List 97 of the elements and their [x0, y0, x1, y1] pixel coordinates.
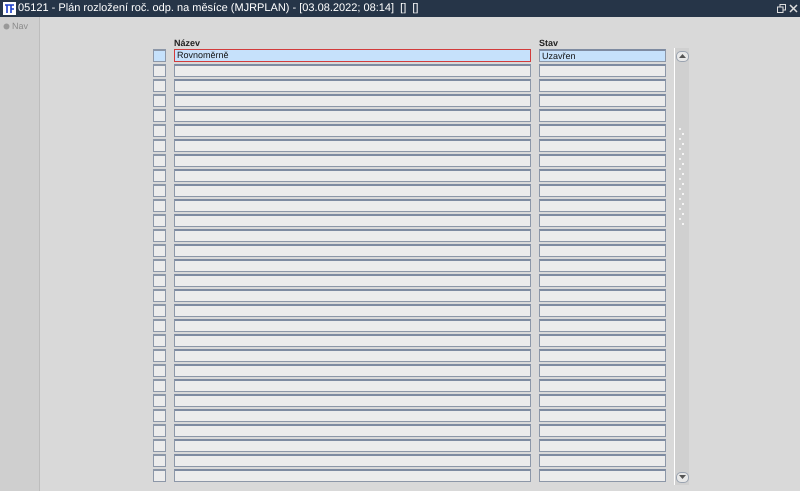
row-selector[interactable]: [153, 124, 166, 137]
status-field[interactable]: [539, 289, 666, 302]
status-field[interactable]: [539, 319, 666, 332]
row-selector[interactable]: [153, 49, 166, 62]
row-selector[interactable]: [153, 109, 166, 122]
status-field[interactable]: [539, 124, 666, 137]
status-field[interactable]: [539, 274, 666, 287]
row-selector[interactable]: [153, 154, 166, 167]
name-field[interactable]: [174, 424, 531, 437]
name-field[interactable]: [174, 439, 531, 452]
status-field[interactable]: [539, 79, 666, 92]
status-field[interactable]: [539, 64, 666, 77]
column-header: Stav: [539, 38, 558, 48]
status-field[interactable]: [539, 409, 666, 422]
name-field[interactable]: [174, 64, 531, 77]
status-field[interactable]: [539, 304, 666, 317]
name-field[interactable]: [174, 349, 531, 362]
name-field[interactable]: [174, 124, 531, 137]
name-field[interactable]: [174, 379, 531, 392]
status-field[interactable]: [539, 94, 666, 107]
status-field[interactable]: [539, 439, 666, 452]
row-selector[interactable]: [153, 319, 166, 332]
row-selector[interactable]: [153, 289, 166, 302]
status-field[interactable]: [539, 109, 666, 122]
name-field[interactable]: [174, 334, 531, 347]
name-field[interactable]: [174, 244, 531, 257]
scrollbar[interactable]: [674, 48, 689, 485]
status-field[interactable]: [539, 349, 666, 362]
row-selector[interactable]: [153, 274, 166, 287]
row-selector[interactable]: [153, 64, 166, 77]
row-selector[interactable]: [153, 304, 166, 317]
row-selector[interactable]: [153, 139, 166, 152]
row-selector[interactable]: [153, 439, 166, 452]
row-selector[interactable]: [153, 379, 166, 392]
name-field[interactable]: [174, 184, 531, 197]
row-selector[interactable]: [153, 244, 166, 257]
name-field[interactable]: [174, 109, 531, 122]
name-field[interactable]: [174, 274, 531, 287]
close-icon[interactable]: [788, 4, 798, 13]
row-selector[interactable]: [153, 259, 166, 272]
status-field[interactable]: [539, 424, 666, 437]
name-field[interactable]: Rovnoměrně: [174, 49, 531, 62]
status-field[interactable]: [539, 154, 666, 167]
row-selector[interactable]: [153, 169, 166, 182]
row-selector[interactable]: [153, 214, 166, 227]
name-field[interactable]: [174, 394, 531, 407]
column-header: Název: [174, 38, 200, 48]
row-selector[interactable]: [153, 199, 166, 212]
name-field[interactable]: [174, 199, 531, 212]
name-field[interactable]: [174, 229, 531, 242]
name-field[interactable]: [174, 259, 531, 272]
restore-icon[interactable]: [777, 4, 786, 13]
name-field[interactable]: [174, 139, 531, 152]
row-selector[interactable]: [153, 229, 166, 242]
status-field[interactable]: [539, 229, 666, 242]
name-field[interactable]: [174, 214, 531, 227]
status-field[interactable]: [539, 379, 666, 392]
name-field[interactable]: [174, 94, 531, 107]
name-field[interactable]: [174, 454, 531, 467]
row-selector[interactable]: [153, 94, 166, 107]
status-field[interactable]: [539, 199, 666, 212]
row-selector[interactable]: [153, 79, 166, 92]
window-title: 05121 - Plán rozložení roč. odp. na měsíce (MJRPLAN) - [03.08.2022; 08:14] [] []: [18, 1, 418, 16]
row-selector[interactable]: [153, 364, 166, 377]
status-field[interactable]: [539, 214, 666, 227]
status-field[interactable]: [539, 334, 666, 347]
scroll-down-icon[interactable]: [676, 472, 688, 482]
status-field[interactable]: [539, 259, 666, 272]
row-selector[interactable]: [153, 469, 166, 482]
app-logo-icon: [2, 2, 16, 15]
status-field[interactable]: [539, 394, 666, 407]
row-selector[interactable]: [153, 394, 166, 407]
name-field[interactable]: [174, 409, 531, 422]
scroll-up-icon[interactable]: [676, 50, 688, 62]
status-field[interactable]: [539, 469, 666, 482]
row-selector[interactable]: [153, 409, 166, 422]
name-field[interactable]: [174, 289, 531, 302]
name-field[interactable]: [174, 169, 531, 182]
name-field[interactable]: [174, 154, 531, 167]
name-field[interactable]: [174, 469, 531, 482]
name-field[interactable]: [174, 319, 531, 332]
row-selector[interactable]: [153, 454, 166, 467]
name-field[interactable]: [174, 79, 531, 92]
status-field[interactable]: Uzavřen: [539, 49, 666, 62]
status-field[interactable]: [539, 169, 666, 182]
name-field[interactable]: [174, 364, 531, 377]
row-selector[interactable]: [153, 424, 166, 437]
status-field[interactable]: [539, 184, 666, 197]
status-field[interactable]: [539, 244, 666, 257]
row-selector[interactable]: [153, 349, 166, 362]
status-field[interactable]: [539, 364, 666, 377]
row-selector[interactable]: [153, 184, 166, 197]
dot-icon: [2, 22, 10, 30]
name-field[interactable]: [174, 304, 531, 317]
status-field[interactable]: [539, 139, 666, 152]
row-selector[interactable]: [153, 334, 166, 347]
status-field[interactable]: [539, 454, 666, 467]
